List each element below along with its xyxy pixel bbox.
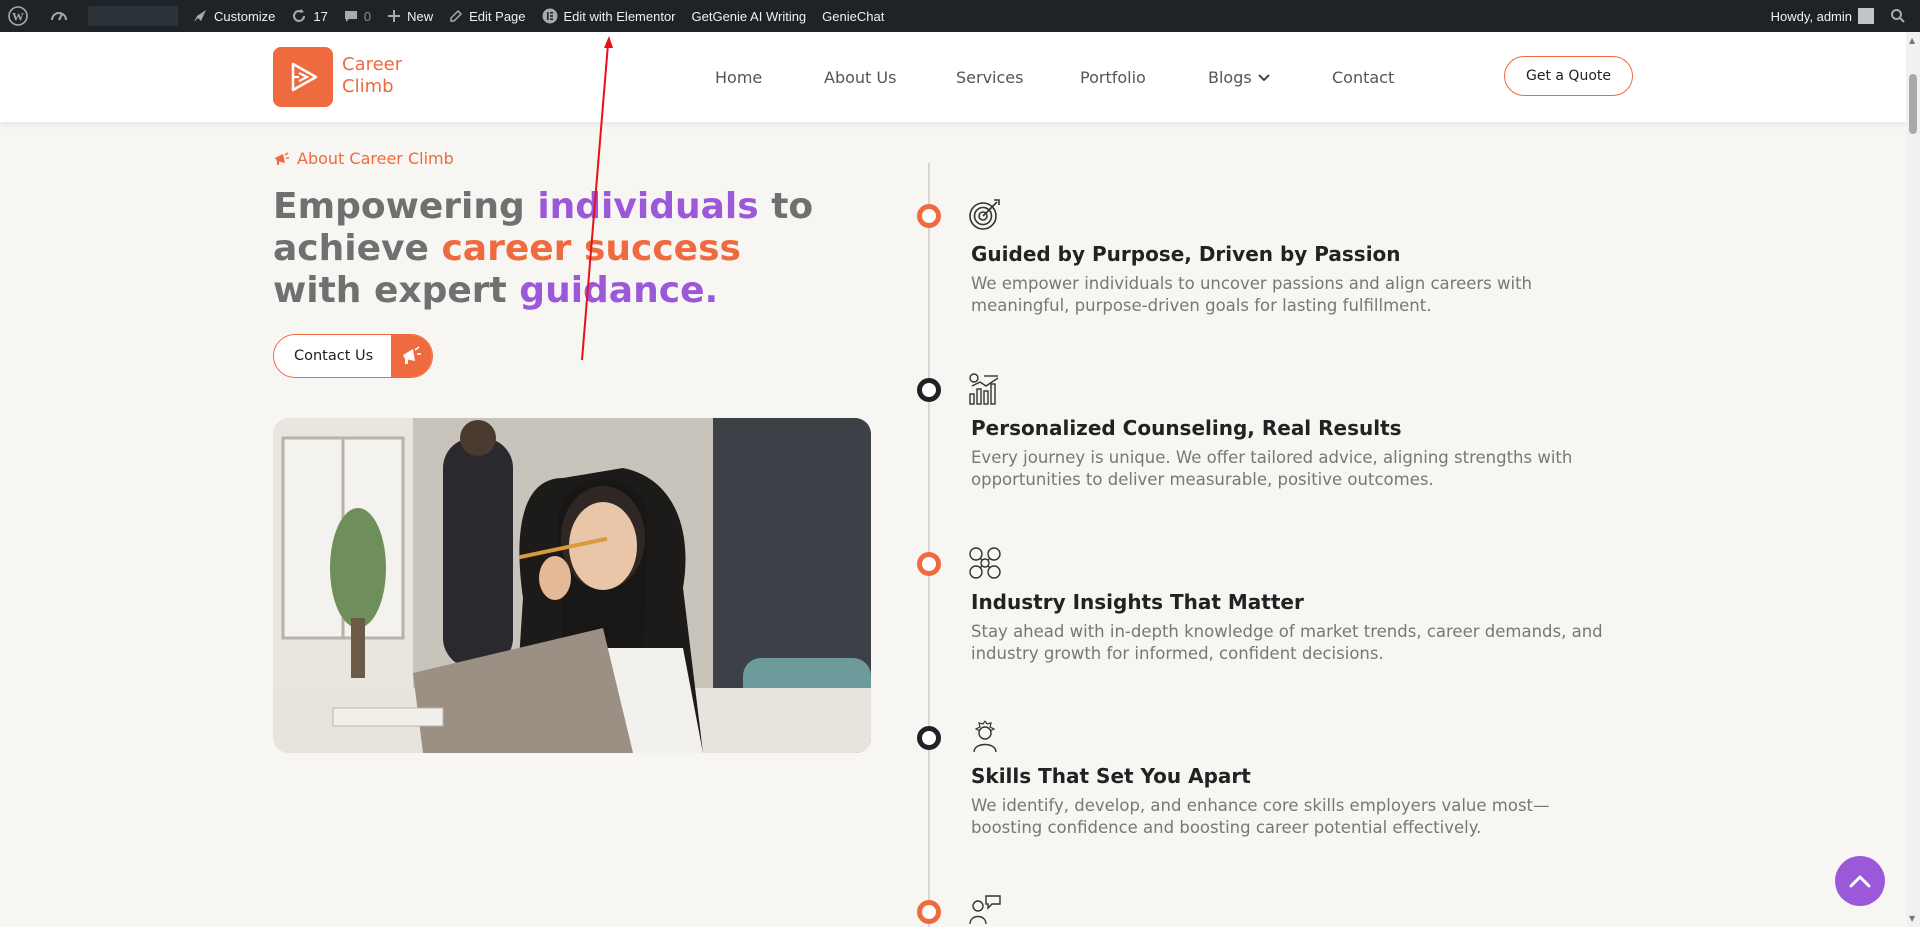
nav-home[interactable]: Home	[715, 68, 762, 87]
get-a-quote-button[interactable]: Get a Quote	[1504, 56, 1633, 96]
site-name-blurred[interactable]	[88, 6, 178, 26]
elementor-icon	[542, 8, 558, 24]
timeline-dot-4	[917, 726, 941, 750]
timeline-desc-4: We identify, develop, and enhance core s…	[971, 796, 1550, 837]
logo-line-1: Career	[342, 54, 403, 75]
hero-headline: Empowering individuals to achieve career…	[273, 186, 833, 312]
howdy-label: Howdy, admin	[1770, 8, 1852, 24]
chevron-up-icon	[1849, 875, 1871, 888]
geniechat-link[interactable]: GenieChat	[814, 0, 892, 32]
chevron-down-icon	[1258, 73, 1270, 81]
headline-part-5: with expert	[273, 270, 520, 311]
skills-person-icon	[973, 720, 997, 753]
avatar	[1858, 8, 1874, 24]
timeline-desc-3: Stay ahead with in-depth knowledge of ma…	[971, 622, 1603, 663]
headline-career-success: career success	[441, 228, 741, 269]
search-icon[interactable]	[1882, 0, 1920, 32]
dashboard-icon[interactable]	[42, 0, 82, 32]
mentor-chat-icon	[969, 895, 1001, 925]
scrollbar-thumb[interactable]	[1909, 74, 1917, 134]
headline-guidance: guidance.	[519, 270, 719, 311]
megaphone-icon	[390, 335, 432, 377]
nav-blogs[interactable]: Blogs	[1208, 68, 1270, 87]
megaphone-icon	[275, 151, 289, 165]
refresh-icon	[293, 9, 306, 22]
wordpress-logo-icon[interactable]: W	[0, 0, 42, 32]
plus-icon	[388, 10, 401, 22]
brush-icon	[194, 10, 206, 22]
updates-link[interactable]: 17	[283, 0, 335, 32]
edit-page-label: Edit Page	[469, 8, 526, 24]
headline-individuals: individuals	[537, 186, 759, 227]
logo-text[interactable]: Career Climb	[342, 54, 402, 98]
svg-text:W: W	[12, 10, 24, 24]
timeline-title-2: Personalized Counseling, Real Results	[971, 416, 1402, 440]
admin-bar: W Customize 17 0 New Edit Page Edit with…	[0, 0, 1920, 32]
contact-us-button[interactable]: Contact Us	[273, 334, 433, 378]
timeline-desc-2: Every journey is unique. We offer tailor…	[971, 448, 1573, 489]
updates-count: 17	[313, 8, 328, 24]
section-eyebrow: About Career Climb	[273, 149, 454, 168]
comments-link[interactable]: 0	[336, 0, 379, 32]
site-header: Career Climb Home About Us Services Port…	[0, 32, 1906, 122]
geniechat-label: GenieChat	[822, 8, 885, 24]
timeline-line	[928, 163, 930, 927]
timeline-title-1: Guided by Purpose, Driven by Passion	[971, 242, 1401, 266]
edit-elementor-label: Edit with Elementor	[563, 8, 676, 24]
edit-elementor-link[interactable]: Edit with Elementor	[534, 0, 684, 32]
getgenie-label: GetGenie AI Writing	[691, 8, 807, 24]
nav-blogs-label: Blogs	[1208, 68, 1252, 87]
nav-about-us[interactable]: About Us	[824, 68, 896, 87]
timeline-dot-2	[917, 378, 941, 402]
target-icon	[969, 199, 1000, 230]
nav-portfolio[interactable]: Portfolio	[1080, 68, 1146, 87]
growth-chart-icon	[969, 373, 999, 405]
logo-icon[interactable]	[273, 47, 333, 107]
timeline-dot-5	[917, 900, 941, 924]
timeline-dot-1	[917, 204, 941, 228]
new-content-link[interactable]: New	[379, 0, 441, 32]
new-label: New	[407, 8, 434, 24]
nav-services[interactable]: Services	[956, 68, 1023, 87]
pencil-icon	[450, 9, 463, 22]
getgenie-link[interactable]: GetGenie AI Writing	[684, 0, 815, 32]
hero-photo	[273, 418, 871, 753]
edit-page-link[interactable]: Edit Page	[441, 0, 533, 32]
contact-us-label: Contact Us	[294, 348, 374, 364]
headline-part-1: Empowering	[273, 186, 538, 227]
comment-icon	[344, 11, 357, 22]
timeline-desc-1: We empower individuals to uncover passio…	[971, 274, 1532, 315]
account-menu[interactable]: Howdy, admin	[1763, 0, 1882, 32]
customize-link[interactable]: Customize	[184, 0, 283, 32]
logo-line-2: Climb	[342, 76, 394, 97]
timeline-dot-3	[917, 552, 941, 576]
comments-count: 0	[363, 8, 372, 24]
nav-contact[interactable]: Contact	[1332, 68, 1394, 87]
timeline-title-4: Skills That Set You Apart	[971, 764, 1251, 788]
network-icon	[969, 547, 1001, 579]
timeline-title-3: Industry Insights That Matter	[971, 590, 1304, 614]
scroll-to-top-button[interactable]	[1835, 856, 1885, 906]
scroll-up-arrow-icon[interactable]: ▲	[1909, 36, 1915, 45]
page-scrollbar[interactable]: ▲ ▼	[1906, 32, 1920, 927]
scroll-down-arrow-icon[interactable]: ▼	[1909, 914, 1915, 923]
customize-label: Customize	[214, 8, 276, 24]
eyebrow-label: About Career Climb	[297, 149, 454, 168]
